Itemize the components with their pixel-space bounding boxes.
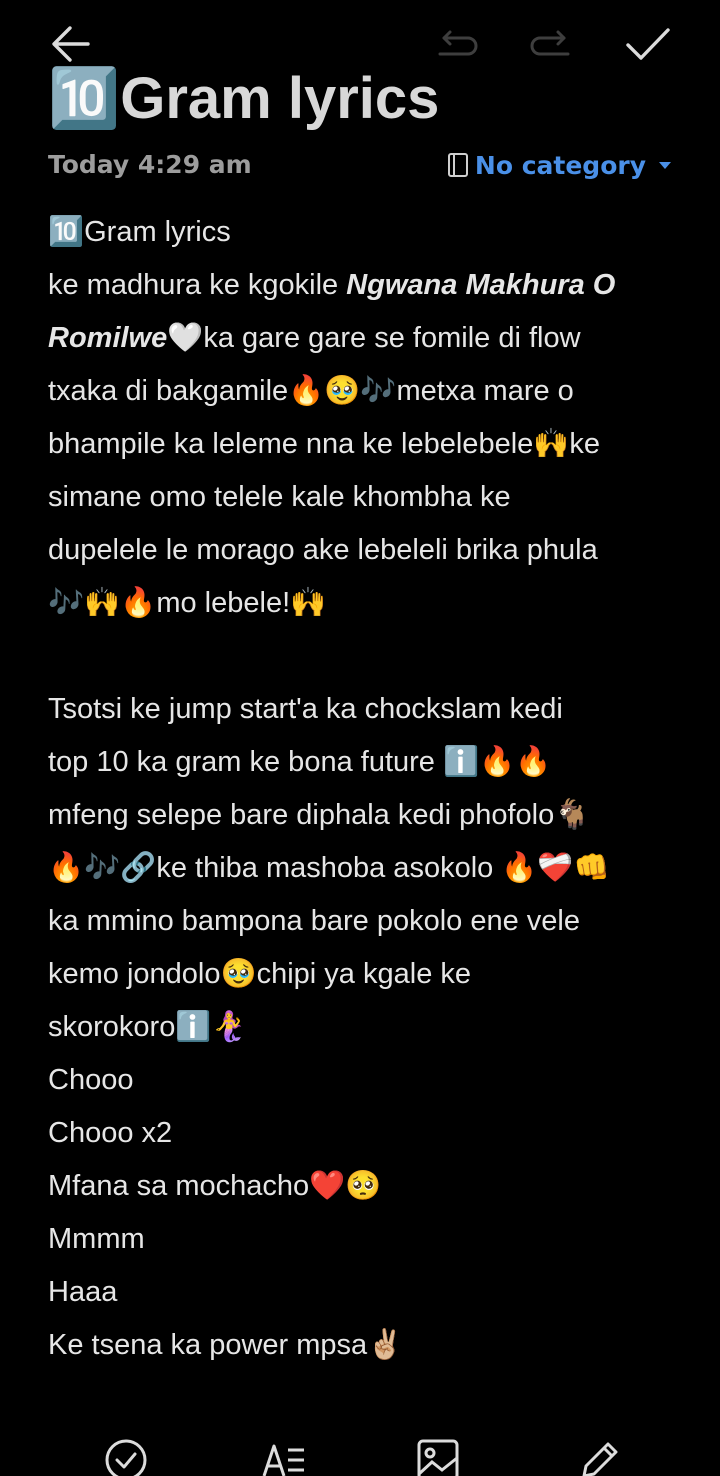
pencil-icon	[582, 1442, 618, 1476]
note-line: Haaa	[48, 1276, 118, 1308]
category-selector[interactable]: No category	[447, 148, 672, 182]
note-line-emphasis: Romilwe	[48, 322, 168, 354]
note-line: top 10 ka gram ke bona future ℹ️🔥🔥	[48, 746, 552, 778]
note-line: txaka di bakgamile🔥🥹🎶metxa mare o	[48, 375, 574, 407]
chevron-down-icon	[659, 162, 671, 169]
note-meta-row: Today 4:29 am No category	[48, 148, 672, 182]
text-style-button[interactable]	[260, 1436, 308, 1476]
note-line-text: 🤍ka gare gare se fomile di flow	[167, 322, 581, 354]
note-title[interactable]: 🔟Gram lyrics	[48, 70, 439, 128]
note-line: bhampile ka leleme nna ke lebelebele🙌ke	[48, 428, 601, 460]
note-line: mfeng selepe bare diphala kedi phofolo🐐	[48, 799, 591, 831]
note-line: Mmmm	[48, 1223, 145, 1255]
note-line: 🎶🙌🔥mo lebele!🙌	[48, 587, 327, 619]
note-line: Chooo x2	[48, 1117, 173, 1149]
note-date: Today 4:29 am	[48, 150, 252, 179]
note-line: ka mmino bampona bare pokolo ene vele	[48, 905, 580, 937]
draw-button[interactable]	[574, 1436, 622, 1476]
note-line-text: ke madhura ke kgokile	[48, 269, 347, 301]
note-line: 🔥🎶🔗ke thiba mashoba asokolo 🔥❤️‍🩹👊	[48, 852, 610, 884]
note-line: Romilwe🤍ka gare gare se fomile di flow	[48, 312, 678, 365]
note-line: 🔟Gram lyrics	[48, 216, 231, 248]
image-icon	[417, 1439, 459, 1476]
note-line: skorokoroℹ️🧜‍♀️	[48, 1011, 248, 1043]
note-title-area[interactable]: 🔟Gram lyrics	[0, 62, 720, 136]
note-line: Mfana sa mochacho❤️🥺	[48, 1170, 382, 1202]
note-line: ke madhura ke kgokile Ngwana Makhura O	[48, 259, 678, 312]
note-line: Ke tsena ka power mpsa✌🏼	[48, 1329, 404, 1361]
note-line: dupelele le morago ake lebeleli brika ph…	[48, 534, 598, 566]
note-blank-line	[48, 630, 678, 683]
note-line: kemo jondolo🥹chipi ya kgale ke	[48, 958, 472, 990]
checkbox-circle-icon	[105, 1439, 147, 1476]
insert-image-button[interactable]	[414, 1436, 462, 1476]
text-format-icon	[262, 1444, 304, 1476]
bottom-toolbar	[0, 1436, 720, 1476]
notebook-icon	[447, 153, 468, 177]
note-line-emphasis: Ngwana Makhura O	[346, 269, 616, 301]
note-line: Tsotsi ke jump start'a ka chockslam kedi	[48, 693, 563, 725]
checklist-button[interactable]	[102, 1436, 150, 1476]
note-editor-screen: 🔟Gram lyrics Today 4:29 am No category 🔟…	[0, 0, 720, 1476]
category-label: No category	[474, 150, 646, 180]
note-line: simane omo telele kale khombha ke	[48, 481, 511, 513]
note-body[interactable]: 🔟Gram lyrics ke madhura ke kgokile Ngwana…	[48, 206, 678, 1372]
note-line: Chooo	[48, 1064, 134, 1096]
